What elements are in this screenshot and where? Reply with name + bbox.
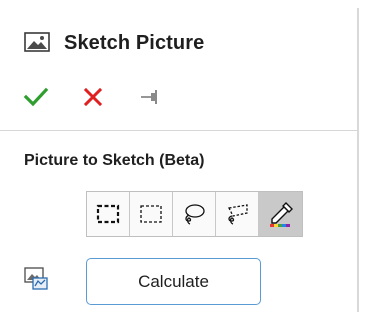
tool-rectangle-select[interactable]: [87, 192, 130, 236]
property-manager-panel: Sketch Picture Picture to Sketch (Beta): [0, 0, 357, 312]
close-x-icon: [83, 87, 103, 107]
tool-dashed-rectangle-select[interactable]: [130, 192, 173, 236]
selection-toolbar: [86, 191, 303, 237]
ok-button[interactable]: [22, 84, 50, 110]
action-buttons: [22, 84, 193, 110]
section-title: Picture to Sketch (Beta): [24, 152, 205, 169]
tool-polygon-lasso-select[interactable]: [216, 192, 259, 236]
section-divider: [0, 130, 357, 131]
pushpin-icon: [141, 90, 157, 104]
eyedropper-icon: [269, 202, 293, 227]
rectangle-select-icon: [96, 204, 120, 224]
pin-button[interactable]: [136, 84, 164, 110]
panel-border: [357, 8, 359, 312]
polygon-lasso-icon: [228, 204, 248, 225]
panel-header: Sketch Picture: [24, 28, 204, 58]
checkmark-icon: [23, 87, 49, 107]
cancel-button[interactable]: [79, 84, 107, 110]
page-title: Sketch Picture: [64, 31, 205, 54]
image-picture-icon: [24, 32, 50, 52]
tool-lasso-select[interactable]: [173, 192, 216, 236]
picture-convert-icon: [24, 267, 48, 290]
dashed-rectangle-select-icon: [140, 205, 162, 223]
calculate-button[interactable]: Calculate: [86, 258, 261, 305]
tool-color-picker[interactable]: [259, 192, 302, 236]
lasso-select-icon: [185, 204, 205, 225]
